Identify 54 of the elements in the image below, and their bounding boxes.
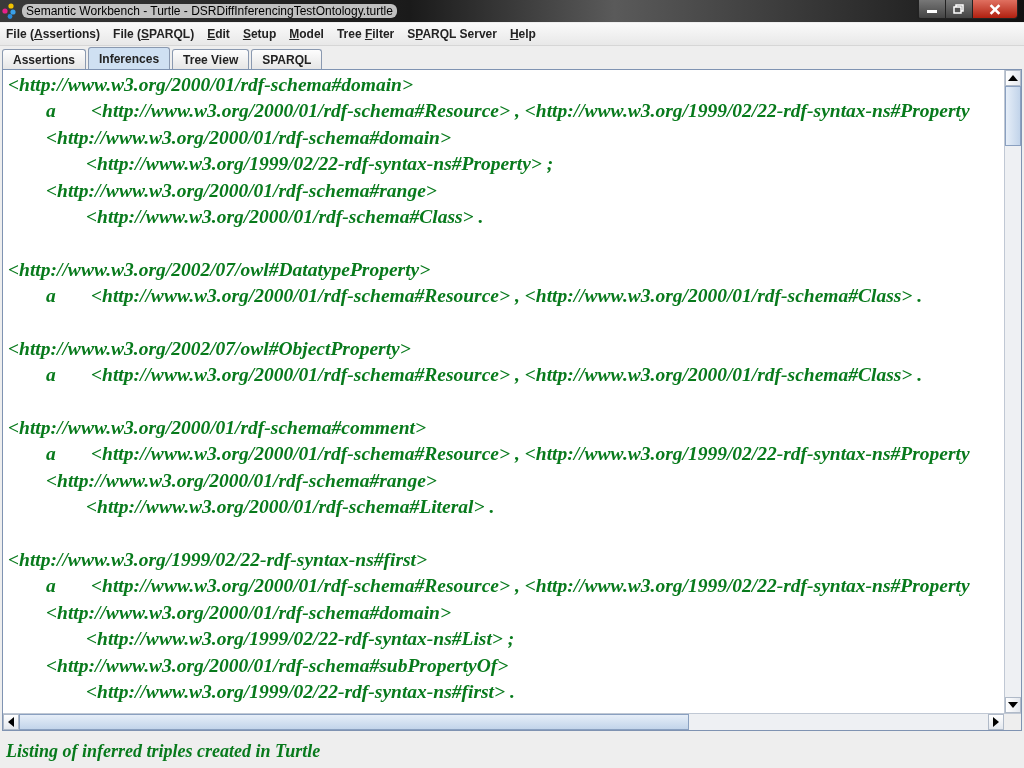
- tab[interactable]: Tree View: [172, 49, 250, 69]
- subject-text: <http://www.w3.org/1999/02/22-rdf-syntax-ns#first>: [8, 549, 428, 571]
- window-title: Semantic Workbench - Turtle - DSRDiffInferencingTestOntology.turtle: [22, 4, 397, 18]
- predicate-text: a: [46, 574, 57, 599]
- tab[interactable]: Inferences: [88, 47, 171, 69]
- predicate-text: <http://www.w3.org/2000/01/rdf-schema#range>: [46, 179, 437, 201]
- subject-text: <http://www.w3.org/2000/01/rdf-schema#comment>: [8, 417, 427, 439]
- predicate-text: a: [46, 99, 57, 124]
- object-text: <http://www.w3.org/2000/01/rdf-schema#Resource> , <http://www.w3.org/1999/02/22-rdf-syntax-ns#Property: [91, 443, 970, 465]
- status-text: Listing of inferred triples created in Turtle: [5, 740, 321, 762]
- predicate-text: a: [46, 284, 57, 309]
- object-text: <http://www.w3.org/2000/01/rdf-schema#Resource> , <http://www.w3.org/1999/02/22-rdf-syntax-ns#Property: [91, 100, 970, 122]
- object-text: <http://www.w3.org/2000/01/rdf-schema#Resource> , <http://www.w3.org/2000/01/rdf-schema#Class> .: [91, 285, 923, 307]
- object-text: <http://www.w3.org/1999/02/22-rdf-syntax-ns#first> .: [86, 681, 515, 702]
- tab[interactable]: Assertions: [2, 49, 87, 69]
- close-icon: [988, 3, 1002, 15]
- scroll-up-icon[interactable]: [1005, 70, 1021, 86]
- object-text: <http://www.w3.org/2000/01/rdf-schema#Class> .: [86, 205, 484, 227]
- predicate-text: <http://www.w3.org/2000/01/rdf-schema#range>: [46, 469, 437, 491]
- app-logo-icon: [2, 3, 18, 19]
- scroll-left-icon[interactable]: [3, 714, 19, 730]
- tab[interactable]: SPARQL: [251, 49, 323, 69]
- predicate-text: a: [46, 442, 57, 467]
- object-text: <http://www.w3.org/1999/02/22-rdf-syntax-ns#List> ;: [86, 628, 515, 650]
- scroll-right-icon[interactable]: [988, 714, 1004, 730]
- predicate-text: <http://www.w3.org/2000/01/rdf-schema#domain>: [46, 601, 452, 623]
- predicate-text: <http://www.w3.org/2000/01/rdf-schema#subPropertyOf>: [46, 654, 509, 676]
- menu-item[interactable]: File (SPARQL): [113, 27, 195, 41]
- restore-icon: [953, 4, 965, 14]
- predicate-text: a: [46, 363, 57, 388]
- subject-text: <http://www.w3.org/2000/01/rdf-schema#domain>: [8, 74, 414, 95]
- subject-text: <http://www.w3.org/2002/07/owl#ObjectProperty>: [8, 337, 411, 359]
- menu-item[interactable]: Model: [289, 27, 324, 41]
- subject-text: <http://www.w3.org/2002/07/owl#DatatypeProperty>: [8, 258, 431, 280]
- predicate-text: <http://www.w3.org/2000/01/rdf-schema#domain>: [46, 126, 452, 148]
- object-text: <http://www.w3.org/2000/01/rdf-schema#Resource> , <http://www.w3.org/2000/01/rdf-schema#Class> .: [91, 364, 923, 386]
- menu-item[interactable]: Tree Filter: [336, 27, 395, 41]
- menu-item[interactable]: File (Assertions): [6, 27, 101, 41]
- object-text: <http://www.w3.org/2000/01/rdf-schema#Literal> .: [86, 496, 495, 518]
- restore-button[interactable]: [945, 0, 972, 18]
- scrollbar-corner: [1004, 714, 1021, 730]
- minimize-button[interactable]: [918, 0, 945, 18]
- object-text: <http://www.w3.org/2000/01/rdf-schema#Resource> , <http://www.w3.org/1999/02/22-rdf-syntax-ns#Property: [91, 575, 970, 597]
- menu-item[interactable]: Help: [509, 27, 536, 41]
- scroll-thumb[interactable]: [1005, 86, 1021, 146]
- scroll-thumb[interactable]: [19, 714, 689, 730]
- menu-item[interactable]: SPARQL Server: [407, 27, 497, 41]
- menu-item[interactable]: Setup: [242, 27, 277, 41]
- object-text: <http://www.w3.org/1999/02/22-rdf-syntax-ns#Property> ;: [86, 153, 554, 175]
- vertical-scrollbar[interactable]: [1004, 70, 1021, 713]
- menu-item[interactable]: Edit: [207, 27, 230, 41]
- close-button[interactable]: [972, 0, 1017, 18]
- scroll-down-icon[interactable]: [1005, 697, 1021, 713]
- horizontal-scrollbar[interactable]: [3, 713, 1021, 730]
